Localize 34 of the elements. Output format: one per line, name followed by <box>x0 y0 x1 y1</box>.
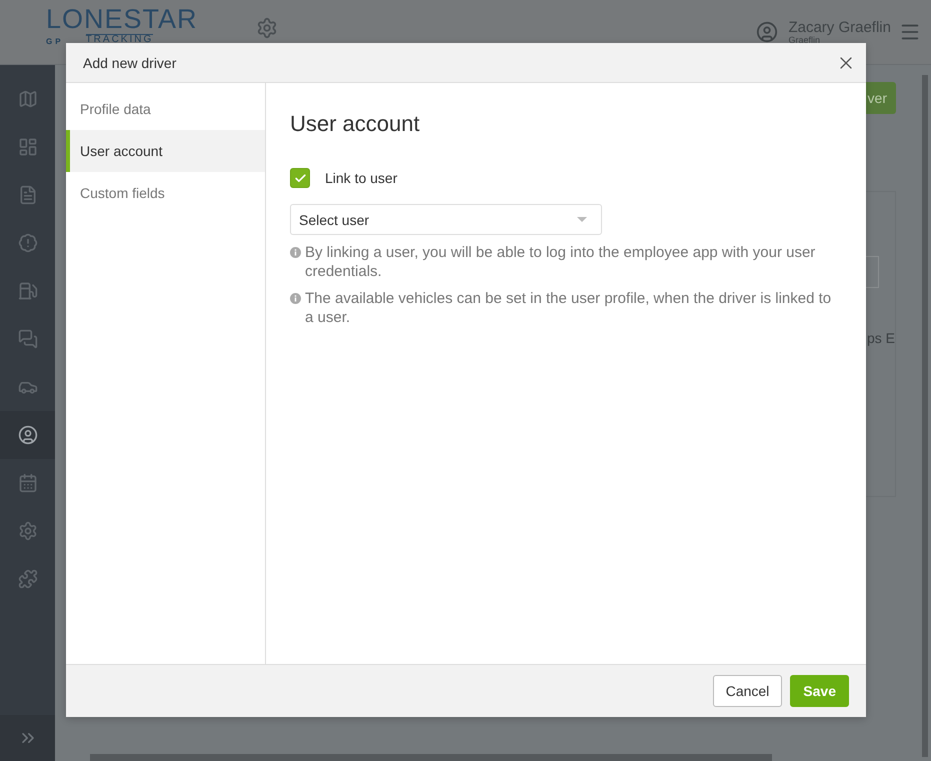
user-name: Zacary Graeflin <box>788 19 891 36</box>
nav-tab[interactable]: Profile data <box>66 88 265 130</box>
user-icon[interactable] <box>756 21 778 43</box>
user-icon <box>18 425 38 445</box>
puzzle-icon <box>18 569 38 589</box>
alert-badge-icon <box>18 233 38 253</box>
hint-text: The available vehicles can be set in the user profile, when the driver is linked to a user. <box>305 289 832 327</box>
nav-tab[interactable]: Custom fields <box>66 172 265 214</box>
check-icon <box>294 172 306 184</box>
map-icon <box>18 89 38 109</box>
scrollbar[interactable] <box>922 75 928 757</box>
section-heading: User account <box>290 111 421 137</box>
caret-icon <box>577 217 587 222</box>
user-select[interactable]: Select user <box>290 204 602 235</box>
settings-icon[interactable] <box>256 17 278 39</box>
dialog-title: Add new driver <box>83 54 178 70</box>
table-cell: ps E <box>866 330 895 346</box>
chat-bubbles-icon <box>18 329 38 349</box>
save-button[interactable]: Save <box>790 675 849 707</box>
checkbox-label: Link to user <box>325 170 398 186</box>
hint-text: By linking a user, you will be able to log into the employee app with your user credentials. <box>305 243 816 281</box>
calendar-icon <box>18 473 38 493</box>
checkbox[interactable] <box>290 168 310 188</box>
dashboard-icon <box>18 137 38 157</box>
document-icon <box>18 185 38 205</box>
cancel-button[interactable]: Cancel <box>712 675 782 707</box>
nav-tab[interactable]: User account <box>66 130 265 172</box>
info-icon <box>290 247 301 258</box>
info-icon <box>290 293 301 304</box>
settings-icon <box>18 521 38 541</box>
scrollbar[interactable] <box>90 754 772 761</box>
sidebar-item[interactable] <box>0 411 55 459</box>
sidebar-footer[interactable] <box>0 715 55 761</box>
fuel-pump-icon <box>18 281 38 301</box>
